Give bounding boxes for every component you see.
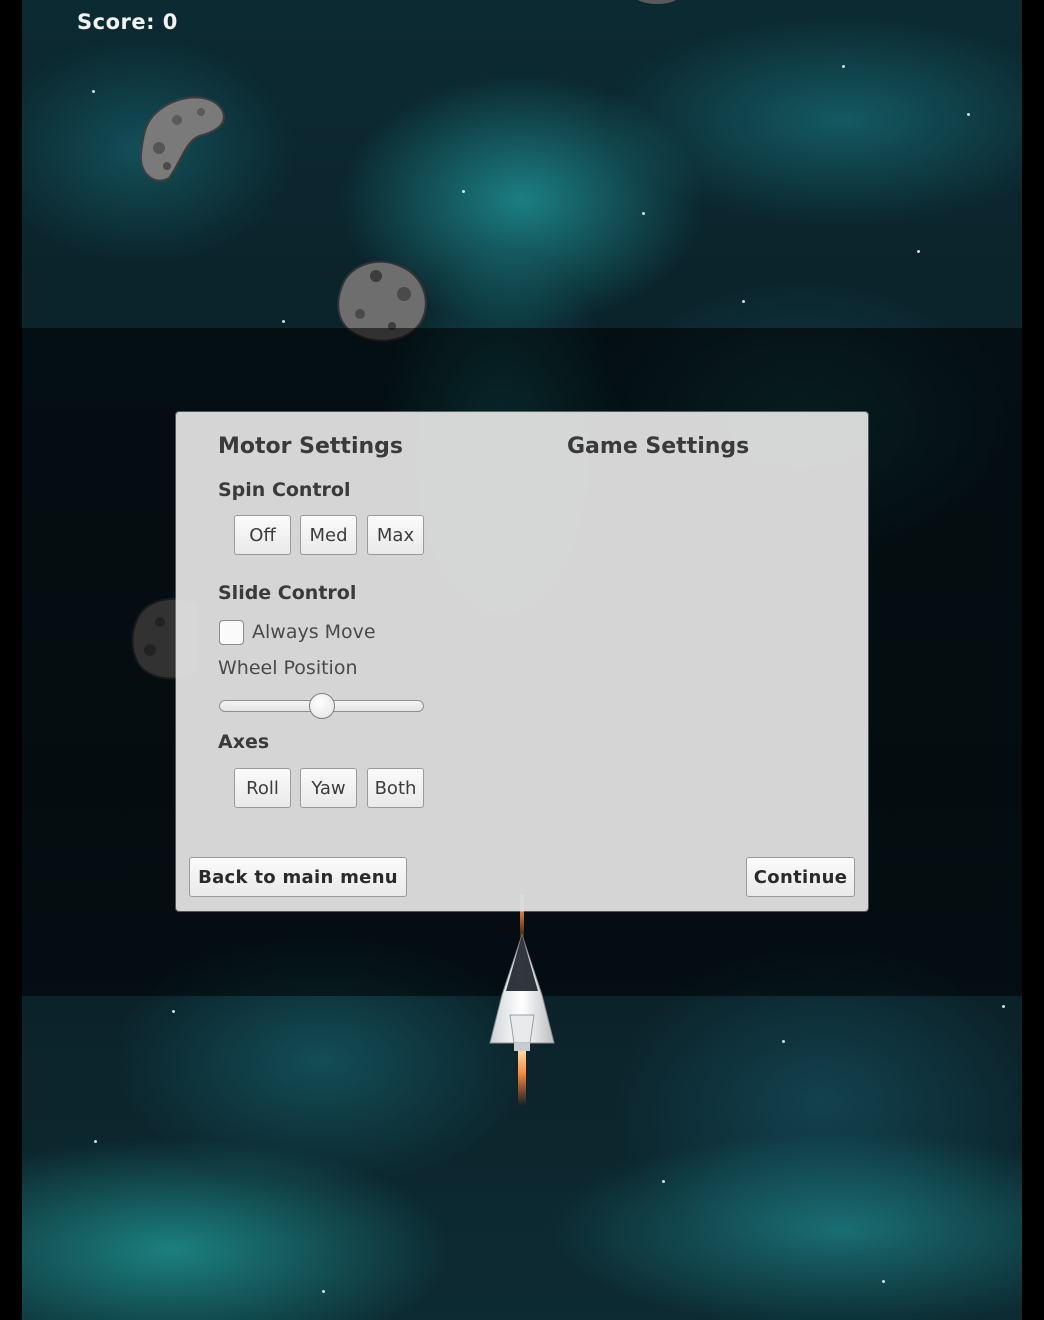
spin-control-label: Spin Control — [218, 479, 351, 501]
continue-button[interactable]: Continue — [746, 857, 855, 897]
game-settings-title: Game Settings — [567, 434, 750, 459]
asteroid-icon — [139, 96, 225, 182]
spin-max-button[interactable]: Max — [367, 515, 424, 555]
slide-control-label: Slide Control — [218, 582, 357, 604]
axes-both-button[interactable]: Both — [367, 768, 424, 808]
always-move-checkbox[interactable] — [219, 620, 244, 645]
axes-label: Axes — [218, 731, 270, 753]
axes-yaw-button[interactable]: Yaw — [300, 768, 357, 808]
motor-settings-title: Motor Settings — [218, 434, 403, 459]
wheel-position-label: Wheel Position — [218, 657, 358, 679]
settings-panel: Motor Settings Game Settings Spin Contro… — [176, 412, 868, 911]
always-move-label: Always Move — [252, 621, 376, 643]
wheel-position-slider-thumb[interactable] — [308, 693, 335, 719]
asteroid-icon — [637, 0, 677, 4]
spaceship-icon — [489, 895, 555, 1106]
spin-off-button[interactable]: Off — [234, 515, 291, 555]
score-label: Score: 0 — [77, 10, 178, 34]
back-to-main-menu-button[interactable]: Back to main menu — [189, 857, 407, 897]
spin-med-button[interactable]: Med — [300, 515, 357, 555]
axes-roll-button[interactable]: Roll — [234, 768, 291, 808]
